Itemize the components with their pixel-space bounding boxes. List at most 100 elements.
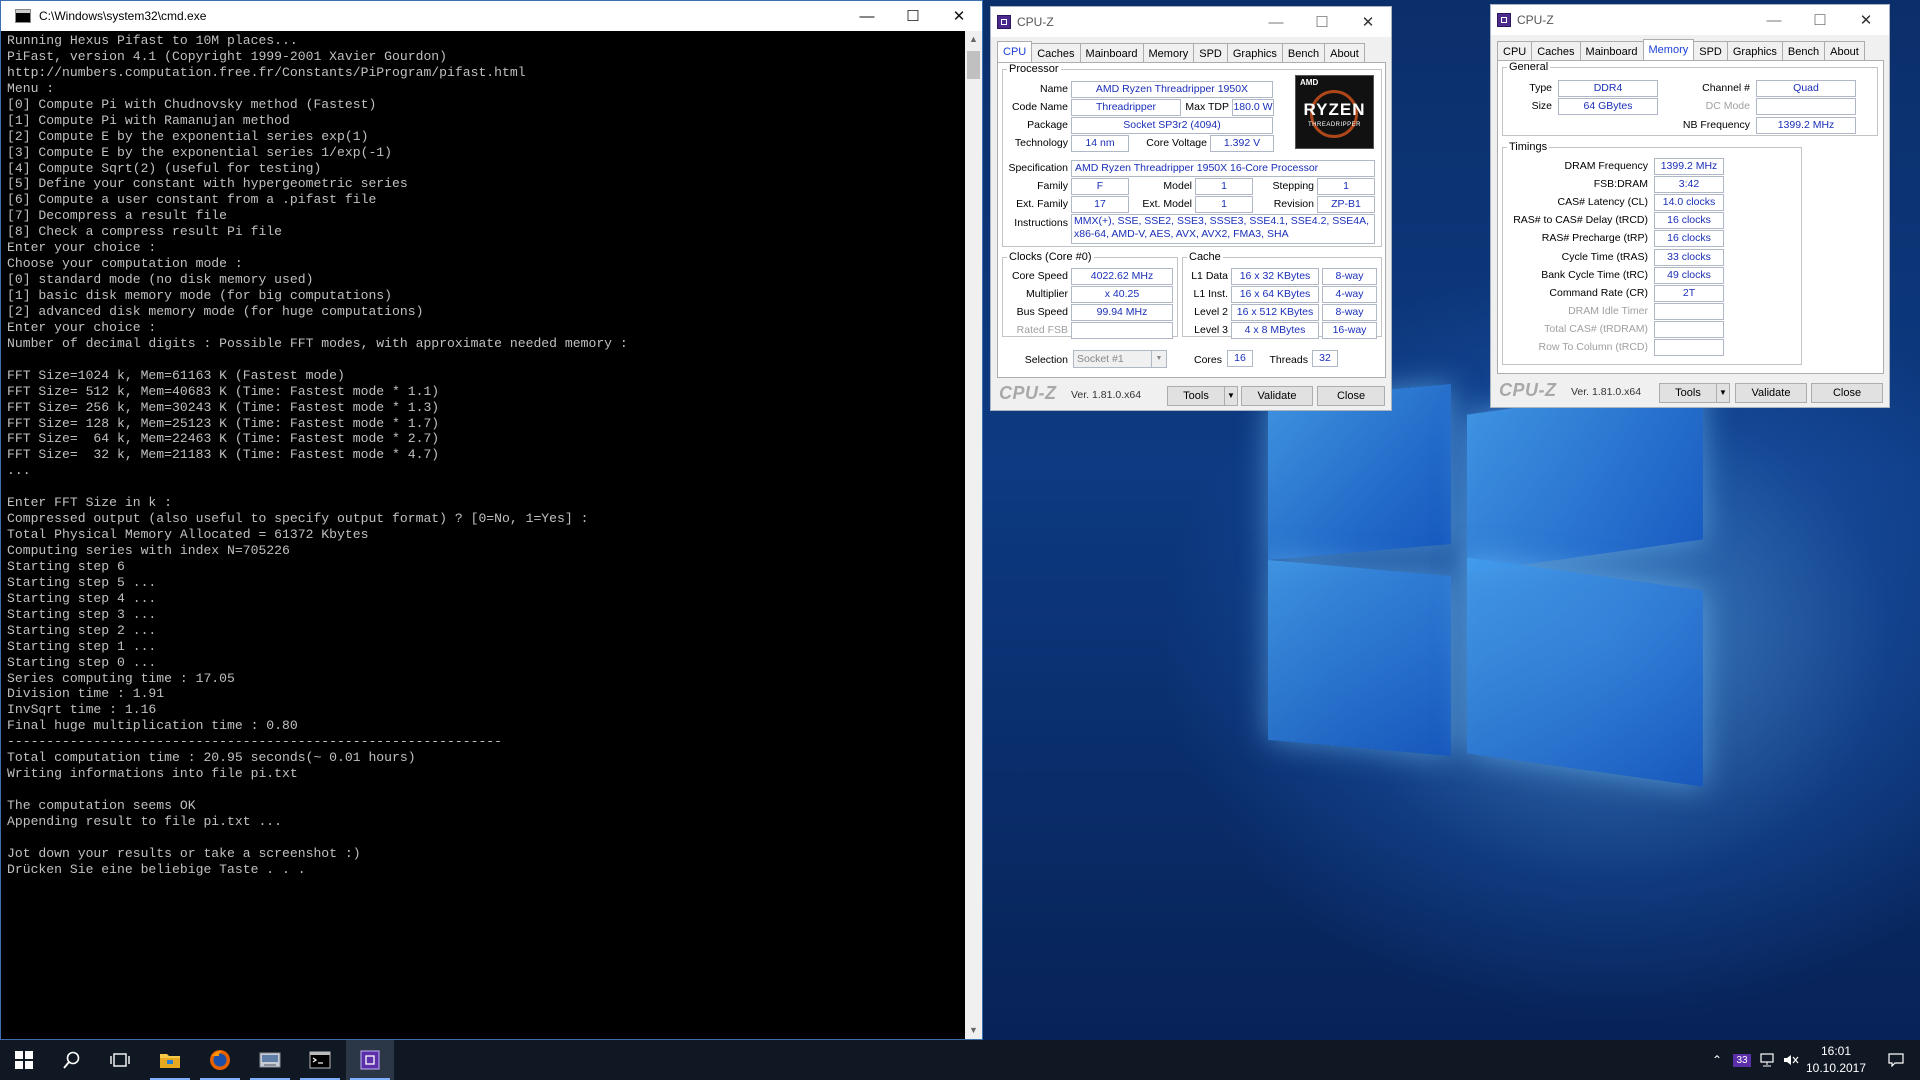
ryzen-threadripper-logo: AMD RYZEN THREADRIPPER [1295,75,1374,149]
cmd-window[interactable]: C:\Windows\system32\cmd.exe — ☐ ✕ Runnin… [0,0,983,1040]
maximize-button[interactable]: ☐ [1299,7,1345,37]
console-line: Division time : 1.91 [7,686,165,702]
scroll-down-icon[interactable]: ▼ [965,1022,982,1039]
channel-label: Channel # [1702,82,1750,94]
timing-label: CAS# Latency (CL) [1557,196,1648,209]
type-label: Type [1529,82,1552,94]
cpuz-icon[interactable] [346,1040,394,1080]
chevron-down-icon[interactable]: ▼ [1151,351,1166,367]
corevoltage-value: 1.392 V [1210,135,1274,152]
cpuz-titlebar[interactable]: CPU-Z — ☐ ✕ [991,7,1391,37]
tools-dropdown-icon[interactable]: ▼ [1224,386,1238,406]
minimize-button[interactable]: — [844,1,890,31]
console-line: Jot down your results or take a screensh… [7,845,361,861]
package-label: Package [1027,119,1068,131]
multiplier-value: x 40.25 [1071,286,1173,303]
console-line: Series computing time : 17.05 [7,670,235,686]
volume-muted-icon[interactable] [1780,1040,1802,1080]
maximize-button[interactable]: ☐ [890,1,936,31]
timing-value [1654,320,1724,338]
console-output[interactable]: Running Hexus Pifast to 10M places... PiF… [1,31,965,1039]
type-value: DDR4 [1558,80,1658,97]
model-label: Model [1163,180,1192,192]
logo-amd-text: AMD [1300,78,1319,87]
scroll-up-icon[interactable]: ▲ [965,31,982,48]
cpuz-bottombar: CPU-Z Ver. 1.81.0.x64 Tools ▼ Validate C… [991,380,1391,410]
socket-select-value: Socket #1 [1077,353,1124,365]
processor-legend: Processor [1009,63,1059,75]
task-view-icon[interactable] [96,1040,144,1080]
clock[interactable]: 16:01 10.10.2017 [1800,1043,1872,1077]
instructions-value: MMX(+), SSE, SSE2, SSE3, SSSE3, SSE4.1, … [1071,214,1375,244]
timing-value: 49 clocks [1654,266,1724,284]
console-line: FFT Size= 256 k, Mem=30243 K (Time: Fast… [7,399,440,415]
socket-select[interactable]: Socket #1 ▼ [1073,350,1167,368]
close-app-button[interactable]: Close [1811,383,1883,403]
timing-label: Bank Cycle Time (tRC) [1541,268,1648,281]
close-button[interactable]: ✕ [936,1,982,31]
cpuz-memory-window[interactable]: CPU-Z — ☐ ✕ CPU Caches Mainboard Memory SPD G… [1490,4,1890,408]
windows-start-icon[interactable] [0,1040,48,1080]
console-line: [3] Compute E by the exponential series … [7,144,393,160]
firefox-icon[interactable] [196,1040,244,1080]
minimize-button[interactable]: — [1253,7,1299,37]
close-button[interactable]: ✕ [1843,5,1889,35]
scrollbar[interactable]: ▲ ▼ [965,31,982,1039]
size-value: 64 GBytes [1558,98,1658,115]
l1data-way: 8-way [1322,268,1377,285]
clocks-legend: Clocks (Core #0) [1009,251,1092,263]
instructions-label: Instructions [1014,217,1068,229]
console-line: Starting step 5 ... [7,574,157,590]
show-hidden-icons-icon[interactable]: ⌃ [1706,1040,1728,1080]
console-line: Writing informations into file pi.txt [7,766,298,782]
level3-value: 4 x 8 MBytes [1231,322,1319,339]
maximize-button[interactable]: ☐ [1797,5,1843,35]
timing-value: 16 clocks [1654,230,1724,248]
file-explorer-icon[interactable] [146,1040,194,1080]
tools-button[interactable]: Tools [1167,386,1225,406]
l1inst-way: 4-way [1322,286,1377,303]
pifast-icon[interactable] [246,1040,294,1080]
search-icon[interactable] [48,1040,96,1080]
timing-label: DRAM Idle Timer [1568,304,1648,317]
multiplier-label: Multiplier [1025,288,1068,300]
corespeed-label: Core Speed [1011,270,1068,282]
action-center-icon[interactable] [1872,1040,1920,1080]
cmd-titlebar[interactable]: C:\Windows\system32\cmd.exe — ☐ ✕ [1,1,982,31]
nbfrequency-label: NB Frequency [1682,119,1750,131]
technology-label: Technology [1014,137,1068,149]
tools-dropdown-icon[interactable]: ▼ [1716,383,1730,403]
l1inst-label: L1 Inst. [1193,288,1228,300]
cores-value: 16 [1227,350,1253,367]
console-line: FFT Size= 128 k, Mem=25123 K (Time: Fast… [7,415,440,431]
cpuz-cpu-window[interactable]: CPU-Z — ☐ ✕ CPU Caches Mainboard Memory SPD G… [990,6,1392,411]
close-app-button[interactable]: Close [1317,386,1385,406]
channel-value: Quad [1756,80,1856,97]
minimize-button[interactable]: — [1751,5,1797,35]
timing-value: 14.0 clocks [1654,194,1724,212]
wallpaper-logo-pane [1467,381,1703,573]
tray-badge: 33 [1733,1053,1751,1067]
console-line: ----------------------------------------… [7,734,503,750]
console-line: Number of decimal digits : Possible FFT … [7,335,628,351]
console-line: Running Hexus Pifast to 10M places... [7,33,298,48]
close-button[interactable]: ✕ [1345,7,1391,37]
network-icon[interactable] [1756,1040,1778,1080]
cpuz-title: CPU-Z [1517,13,1554,27]
validate-button[interactable]: Validate [1735,383,1807,403]
tools-button[interactable]: Tools [1659,383,1717,403]
timing-label: RAS# Precharge (tRP) [1541,232,1648,245]
threads-label: Threads [1269,354,1308,366]
tray-app-icon[interactable]: 33 [1730,1040,1754,1080]
validate-button[interactable]: Validate [1241,386,1313,406]
nbfrequency-value: 1399.2 MHz [1756,117,1856,134]
scroll-thumb[interactable] [967,51,980,79]
cmd-icon[interactable] [296,1040,344,1080]
busspeed-label: Bus Speed [1016,306,1068,318]
cpuz-version: Ver. 1.81.0.x64 [1571,386,1642,398]
timing-value [1654,339,1724,356]
console-line: Starting step 3 ... [7,606,157,622]
console-line: Starting step 4 ... [7,590,157,606]
clock-date: 10.10.2017 [1805,1061,1867,1075]
cpuz-titlebar[interactable]: CPU-Z — ☐ ✕ [1491,5,1889,35]
